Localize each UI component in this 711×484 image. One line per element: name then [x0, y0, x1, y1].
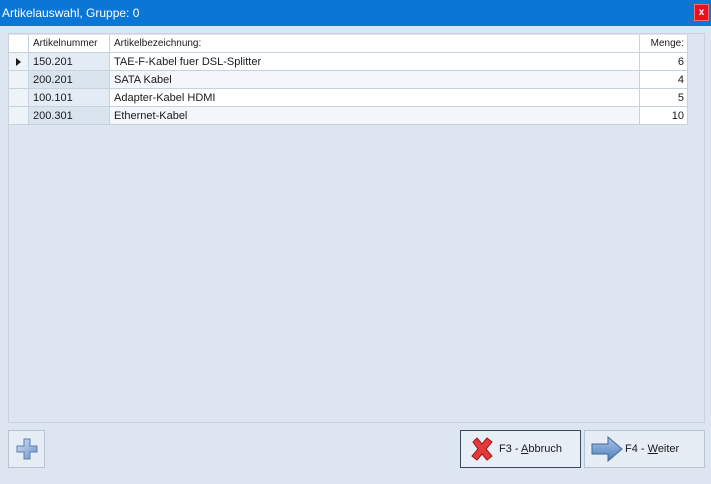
table-row[interactable]: 100.101 Adapter-Kabel HDMI 5: [9, 89, 688, 107]
header-indicator-cell: [9, 35, 29, 53]
cell-menge[interactable]: 6: [640, 53, 688, 71]
table-row[interactable]: 150.201 TAE-F-Kabel fuer DSL-Splitter 6: [9, 53, 688, 71]
current-row-arrow-icon: [16, 58, 21, 66]
cell-menge[interactable]: 10: [640, 107, 688, 125]
red-x-icon: [471, 437, 493, 461]
row-indicator-cell: [9, 71, 29, 89]
table-header: Artikelnummer Artikelbezeichnung: Menge:: [9, 35, 688, 53]
column-header-artikelbezeichnung[interactable]: Artikelbezeichnung:: [110, 35, 640, 53]
table-row[interactable]: 200.201 SATA Kabel 4: [9, 71, 688, 89]
arrow-right-icon: [591, 436, 623, 462]
cancel-button[interactable]: F3 - Abbruch: [460, 430, 581, 468]
cell-artikelnummer[interactable]: 200.201: [29, 71, 110, 89]
cell-artikelnummer[interactable]: 100.101: [29, 89, 110, 107]
row-indicator-cell: [9, 89, 29, 107]
next-button-label: F4 - Weiter: [625, 443, 680, 455]
cell-menge[interactable]: 5: [640, 89, 688, 107]
row-indicator-cell: [9, 107, 29, 125]
column-header-artikelnummer[interactable]: Artikelnummer: [29, 35, 110, 53]
cell-artikelbezeichnung[interactable]: SATA Kabel: [110, 71, 640, 89]
cell-artikelnummer[interactable]: 200.301: [29, 107, 110, 125]
plus-icon: [16, 438, 38, 460]
cell-artikelbezeichnung[interactable]: Adapter-Kabel HDMI: [110, 89, 640, 107]
cancel-button-label: F3 - Abbruch: [499, 443, 562, 455]
row-indicator-cell: [9, 53, 29, 71]
add-button[interactable]: [8, 430, 45, 468]
cell-artikelbezeichnung[interactable]: TAE-F-Kabel fuer DSL-Splitter: [110, 53, 640, 71]
column-header-menge[interactable]: Menge:: [640, 35, 688, 53]
cell-artikelbezeichnung[interactable]: Ethernet-Kabel: [110, 107, 640, 125]
close-button[interactable]: x: [694, 4, 709, 21]
cell-menge[interactable]: 4: [640, 71, 688, 89]
table-row[interactable]: 200.301 Ethernet-Kabel 10: [9, 107, 688, 125]
next-button[interactable]: F4 - Weiter: [584, 430, 705, 468]
cell-artikelnummer[interactable]: 150.201: [29, 53, 110, 71]
window-title: Artikelauswahl, Gruppe: 0: [2, 6, 140, 20]
title-bar: Artikelauswahl, Gruppe: 0 x: [0, 0, 711, 26]
article-grid: Artikelnummer Artikelbezeichnung: Menge:…: [8, 33, 705, 423]
